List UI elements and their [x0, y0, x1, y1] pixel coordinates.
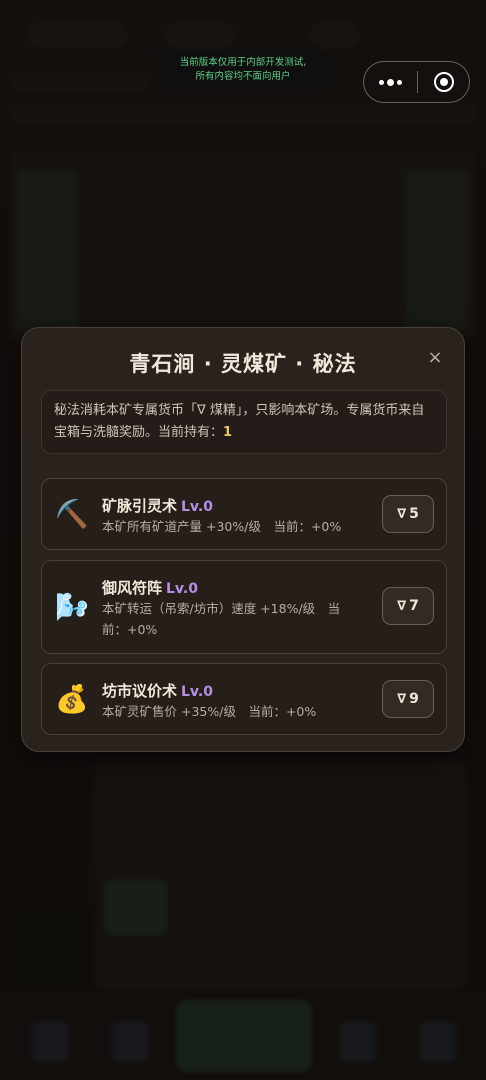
skill-name: 坊市议价术 Lv.0: [102, 680, 213, 701]
skill-card-bargain-art: 💰 坊市议价术 Lv.0 本矿灵矿售价 +35%/级 当前：+0% ∇ 9: [41, 663, 447, 735]
skill-name-text: 坊市议价术: [102, 682, 178, 700]
secret-arts-modal: 青石涧 · 灵煤矿 · 秘法 × 秘法消耗本矿专属货币「∇ 煤精」，只影响本矿场…: [21, 327, 465, 752]
coal-essence-icon: ∇: [397, 598, 407, 614]
info-text: 秘法消耗本矿专属货币「∇ 煤精」，只影响本矿场。专属货币来自宝箱与洗髓奖励。当前…: [54, 403, 425, 440]
skill-card-wind-array: 🌬️ 御风符阵 Lv.0 本矿转运（吊索/坊市）速度 +18%/级 当前：+0% …: [41, 560, 447, 654]
exit-miniprogram-button[interactable]: [418, 72, 469, 92]
skill-level: Lv.0: [181, 684, 213, 700]
more-dot-icon: [379, 79, 384, 85]
skill-name-text: 御风符阵: [102, 579, 163, 597]
skill-name: 矿脉引灵术 Lv.0: [102, 495, 213, 516]
dev-test-banner: 当前版本仅用于内部开发测试, 所有内容均不面向用户: [157, 51, 329, 89]
skill-level: Lv.0: [181, 499, 213, 515]
holding-count: 1: [223, 425, 233, 440]
dev-banner-line2: 所有内容均不面向用户: [195, 71, 291, 82]
skill-description: 本矿所有矿道产量 +30%/级 当前：+0%: [102, 519, 342, 534]
target-circle-icon: [433, 72, 454, 92]
skill-description: 本矿灵矿售价 +35%/级 当前：+0%: [102, 704, 317, 719]
skill-name: 御风符阵 Lv.0: [102, 577, 198, 598]
more-dot-icon: [387, 78, 394, 86]
modal-title: 青石涧 · 灵煤矿 · 秘法: [129, 352, 357, 376]
more-menu-button[interactable]: [364, 62, 417, 102]
coal-essence-icon: ∇: [397, 691, 407, 707]
skill-card-vein-art: ⛏️ 矿脉引灵术 Lv.0 本矿所有矿道产量 +30%/级 当前：+0% ∇ 5: [41, 478, 447, 550]
close-icon[interactable]: ×: [424, 346, 446, 368]
upgrade-button[interactable]: ∇ 7: [382, 587, 434, 625]
more-dot-icon: [397, 79, 402, 85]
skill-description: 本矿转运（吊索/坊市）速度 +18%/级 当前：+0%: [102, 601, 341, 637]
coal-essence-icon: ∇: [397, 506, 407, 522]
currency-info-box: 秘法消耗本矿专属货币「∇ 煤精」，只影响本矿场。专属货币来自宝箱与洗髓奖励。当前…: [41, 390, 447, 454]
miniprogram-capsule: [363, 61, 470, 103]
skill-level: Lv.0: [166, 581, 198, 597]
dev-banner-line1: 当前版本仅用于内部开发测试,: [179, 57, 307, 68]
upgrade-button[interactable]: ∇ 9: [382, 680, 434, 718]
upgrade-cost: 7: [409, 598, 419, 614]
upgrade-cost: 5: [409, 506, 419, 522]
money-bag-icon: 💰: [55, 684, 89, 715]
skill-name-text: 矿脉引灵术: [102, 497, 178, 515]
upgrade-cost: 9: [409, 691, 419, 707]
wind-icon: 🌬️: [55, 592, 89, 623]
pickaxe-icon: ⛏️: [55, 499, 89, 530]
upgrade-button[interactable]: ∇ 5: [382, 495, 434, 533]
